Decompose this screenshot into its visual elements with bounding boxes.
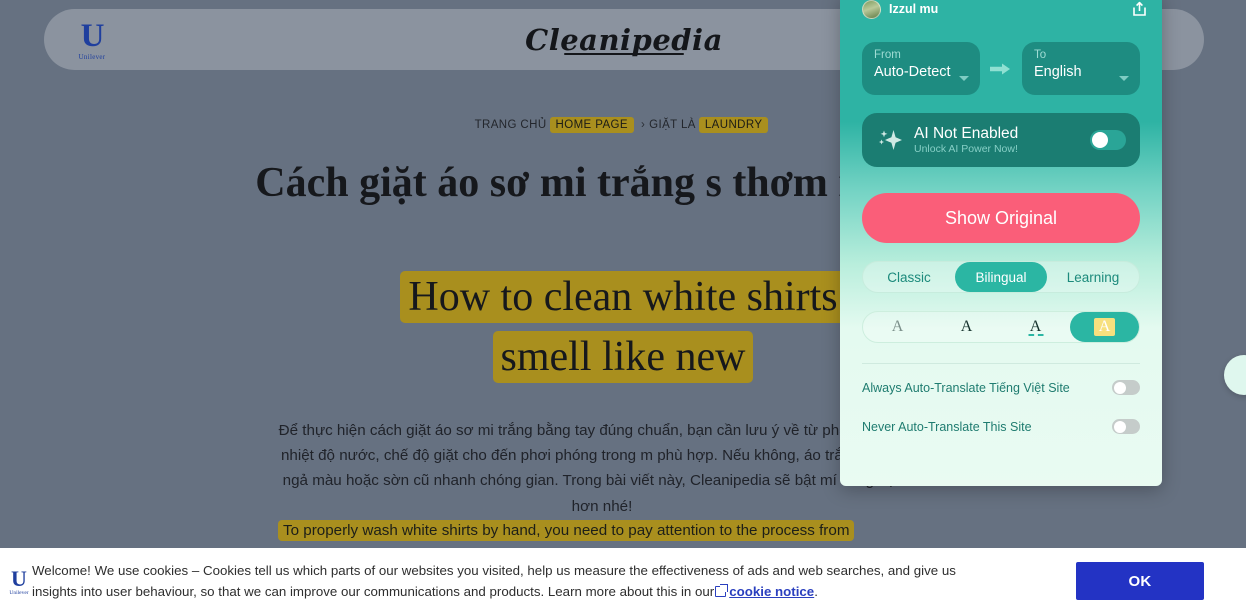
translation-mode-tabs: Classic Bilingual Learning <box>862 261 1140 293</box>
ai-banner-texts: AI Not Enabled Unlock AI Power Now! <box>914 125 1018 155</box>
page-title-translated-line2: smell like new <box>492 330 754 383</box>
translated-text-highlight: To properly wash white shirts by hand, y… <box>278 520 855 541</box>
source-language-value: Auto-Detect <box>874 63 951 80</box>
cookie-banner-text: Welcome! We use cookies – Cookies tell u… <box>32 561 982 602</box>
target-language-select[interactable]: To English <box>1022 42 1140 95</box>
setting-never-label: Never Auto-Translate This Site <box>862 419 1032 434</box>
page-title-translated-line1: How to clean white shirts <box>400 271 846 323</box>
popup-header: Izzul mu <box>840 0 1162 24</box>
breadcrumb-item-home-vi[interactable]: TRANG CHỦ <box>475 119 547 131</box>
style-option-highlight-glyph: A <box>1093 318 1116 336</box>
setting-always-auto-translate[interactable]: Always Auto-Translate Tiếng Việt Site <box>840 372 1162 403</box>
unilever-wordmark-small: Unilever <box>9 589 29 596</box>
cookie-banner-unilever-logo: U Unilever <box>2 565 36 596</box>
external-link-icon <box>715 583 729 597</box>
share-icon[interactable] <box>1131 1 1148 17</box>
breadcrumb-item-home-en: HOME PAGE <box>549 117 634 133</box>
source-language-label: From <box>874 49 901 61</box>
tab-bilingual[interactable]: Bilingual <box>955 262 1047 292</box>
style-option-underline[interactable]: A <box>1001 312 1070 342</box>
breadcrumb-item-laundry-en: LAUNDRY <box>698 117 769 133</box>
ai-status-subtitle: Unlock AI Power Now! <box>914 143 1018 156</box>
language-selector-row: From Auto-Detect To English <box>840 42 1162 95</box>
target-language-value: English <box>1034 63 1082 80</box>
username-label: Izzul mu <box>889 2 939 16</box>
toggle-knob <box>1092 132 1108 148</box>
always-auto-translate-toggle[interactable] <box>1112 380 1140 395</box>
text-style-options: A A A A <box>862 311 1140 343</box>
ai-enable-toggle[interactable] <box>1090 130 1126 150</box>
ai-status-banner[interactable]: AI Not Enabled Unlock AI Power Now! <box>862 113 1140 167</box>
cookie-accept-button[interactable]: OK <box>1076 562 1204 600</box>
source-language-select[interactable]: From Auto-Detect <box>862 42 980 95</box>
setting-always-label: Always Auto-Translate Tiếng Việt Site <box>862 380 1070 395</box>
style-option-highlight[interactable]: A <box>1070 312 1139 342</box>
cookie-notice-link[interactable]: cookie notice <box>729 584 814 599</box>
style-option-plain[interactable]: A <box>863 312 932 342</box>
chevron-down-icon <box>959 76 969 81</box>
breadcrumb-item-laundry-vi[interactable]: GIẶT LÀ <box>649 119 696 131</box>
chevron-down-icon <box>1119 76 1129 81</box>
article-paragraph-original: Để thực hiện cách giặt áo sơ mi trắng bằ… <box>278 422 926 515</box>
popup-divider <box>862 363 1140 364</box>
unilever-u-mark-small: U <box>11 565 27 591</box>
setting-never-auto-translate[interactable]: Never Auto-Translate This Site <box>840 411 1162 442</box>
cookie-consent-banner: U Unilever Welcome! We use cookies – Coo… <box>0 548 1246 615</box>
avatar[interactable] <box>862 0 881 19</box>
translator-extension-popup: Izzul mu From Auto-Detect To English AI … <box>840 0 1162 486</box>
show-original-button[interactable]: Show Original <box>862 193 1140 243</box>
never-auto-translate-toggle[interactable] <box>1112 419 1140 434</box>
toggle-knob <box>1113 420 1126 433</box>
style-option-bold[interactable]: A <box>932 312 1001 342</box>
tab-classic[interactable]: Classic <box>863 262 955 292</box>
toggle-knob <box>1113 381 1126 394</box>
breadcrumb-separator: › <box>640 119 646 131</box>
article-paragraph-translated: To properly wash white shirts by hand, y… <box>278 518 938 543</box>
ai-status-title: AI Not Enabled <box>914 124 1019 142</box>
sparkle-icon <box>878 127 904 153</box>
direction-arrow <box>980 61 1022 77</box>
cookie-banner-period: . <box>814 583 818 599</box>
cleanipedia-wordmark: Cleanipedia <box>525 23 723 57</box>
target-language-label: To <box>1034 49 1047 61</box>
tab-learning[interactable]: Learning <box>1047 262 1139 292</box>
